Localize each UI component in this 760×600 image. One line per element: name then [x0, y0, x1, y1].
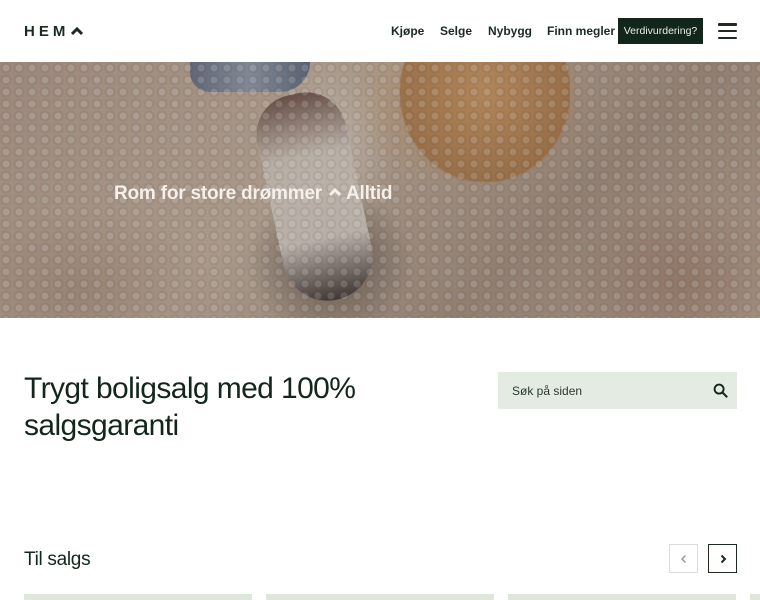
chevron-right-icon: [720, 554, 726, 563]
nav-item-nybygg[interactable]: Nybygg: [488, 24, 532, 38]
site-search: [498, 372, 737, 409]
hero-tagline-left: Rom for store drømmer: [114, 183, 323, 204]
valuation-button[interactable]: Verdivurdering?: [618, 18, 703, 44]
logo-caret-icon: [71, 26, 84, 36]
carousel-next-button[interactable]: [708, 544, 737, 573]
hero-banner: Rom for store drømmer Alltid: [0, 62, 760, 318]
search-icon[interactable]: [713, 383, 728, 398]
listing-card[interactable]: [508, 594, 736, 600]
search-input[interactable]: [498, 372, 698, 409]
hero-caret-icon: [329, 187, 342, 197]
logo[interactable]: HEM: [24, 22, 84, 40]
menu-line: [718, 36, 737, 39]
hamburger-icon[interactable]: [718, 22, 738, 40]
listings-title: Til salgs: [24, 549, 91, 570]
logo-text: HEM: [24, 22, 70, 40]
page-headline: Trygt boligsalg med 100% salgsgaranti: [24, 372, 356, 442]
menu-line: [718, 23, 737, 26]
listing-card[interactable]: [24, 594, 252, 600]
nav-item-selge[interactable]: Selge: [440, 24, 472, 38]
hero-tagline-right: Alltid: [346, 183, 393, 204]
nav-item-finn-megler[interactable]: Finn megler: [547, 24, 615, 38]
nav-item-kjope[interactable]: Kjøpe: [391, 24, 424, 38]
listing-card[interactable]: [266, 594, 494, 600]
menu-line: [718, 29, 737, 33]
carousel-prev-button[interactable]: [669, 544, 698, 573]
listing-card[interactable]: [750, 594, 760, 600]
hero-tagline: Rom for store drømmer Alltid: [114, 183, 393, 205]
chevron-left-icon: [680, 554, 686, 563]
site-header: HEM Kjøpe Selge Nybygg Finn megler Verdi…: [0, 0, 760, 62]
